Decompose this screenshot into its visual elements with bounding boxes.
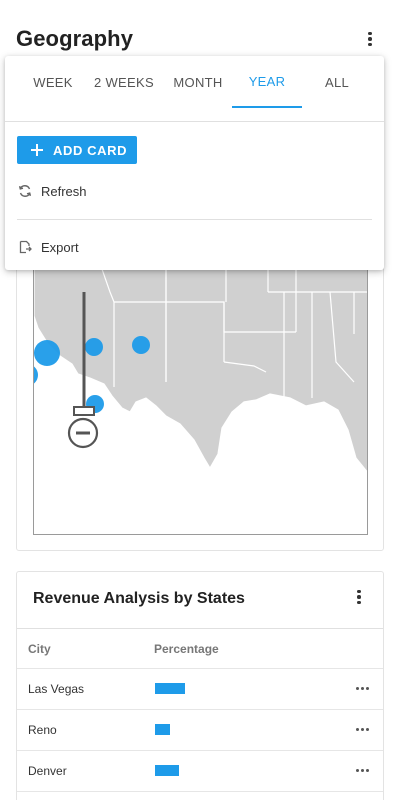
refresh-menu-item[interactable]: Refresh — [17, 177, 372, 205]
city-cell: Denver — [28, 764, 67, 778]
table-row[interactable]: Reno — [17, 709, 383, 750]
map-bubble — [34, 366, 38, 384]
export-icon — [17, 239, 33, 255]
more-horiz-icon[interactable] — [356, 728, 369, 731]
divider — [17, 628, 383, 629]
more-vert-icon[interactable] — [349, 587, 369, 607]
tab-month[interactable]: MONTH — [163, 56, 233, 108]
city-cell: Reno — [28, 723, 57, 737]
page-title: Geography — [16, 26, 134, 51]
table-row[interactable]: Denver — [17, 750, 383, 791]
add-card-button[interactable]: ADD CARD — [17, 136, 137, 164]
more-vert-icon[interactable] — [360, 29, 380, 49]
page: Geography WEEK 2 WEEKS MONTH YEAR ALL AD… — [0, 0, 400, 800]
export-menu-item[interactable]: Export — [17, 233, 372, 261]
export-label: Export — [41, 239, 79, 255]
percentage-bar — [155, 683, 185, 694]
city-cell: Las Vegas — [28, 682, 85, 696]
column-header-percentage: Percentage — [154, 642, 219, 656]
tab-2-weeks[interactable]: 2 WEEKS — [89, 56, 159, 108]
plus-icon — [31, 144, 43, 156]
refresh-label: Refresh — [41, 183, 87, 199]
revenue-card: Revenue Analysis by States City Percenta… — [16, 571, 384, 800]
table-row[interactable]: Las Vegas — [17, 668, 383, 709]
percentage-bar — [155, 724, 170, 735]
map-bubble — [85, 338, 103, 356]
column-header-city: City — [28, 642, 51, 656]
revenue-card-title: Revenue Analysis by States — [33, 590, 245, 607]
add-card-label: ADD CARD — [53, 143, 128, 158]
map-bubble — [34, 340, 60, 366]
period-tabs: WEEK 2 WEEKS MONTH YEAR ALL — [5, 56, 384, 122]
map-bubble — [132, 336, 150, 354]
card-options-dropdown: WEEK 2 WEEKS MONTH YEAR ALL ADD CARD Ref… — [5, 56, 384, 270]
menu-divider — [17, 219, 372, 220]
tab-year[interactable]: YEAR — [232, 56, 302, 108]
more-horiz-icon[interactable] — [356, 687, 369, 690]
zoom-slider-handle — [73, 406, 95, 416]
more-horiz-icon[interactable] — [356, 769, 369, 772]
table-row — [17, 791, 383, 800]
percentage-bar — [155, 765, 179, 776]
tab-week[interactable]: WEEK — [18, 56, 88, 108]
refresh-icon — [17, 183, 33, 199]
tab-all[interactable]: ALL — [302, 56, 372, 108]
